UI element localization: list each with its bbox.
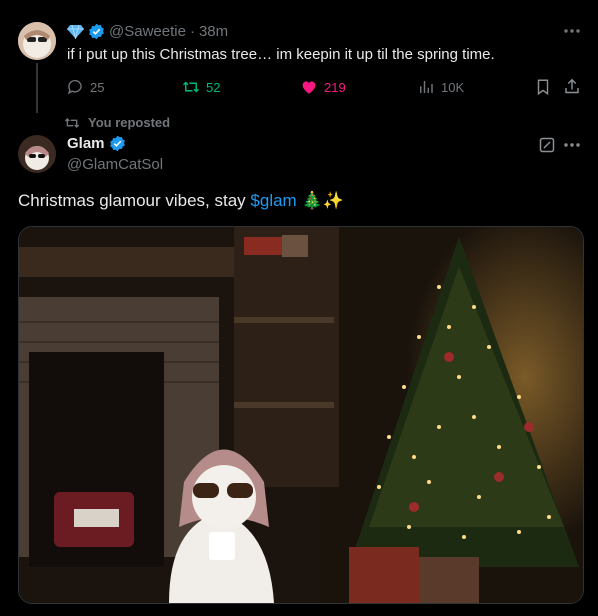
grok-icon[interactable] (539, 137, 555, 153)
dot-separator: · (189, 23, 195, 40)
tweet2-text: Christmas glamour vibes, stay $glam 🎄✨ (18, 191, 344, 211)
views-count: 10K (441, 79, 465, 95)
repost-indicator: You reposted (64, 115, 170, 130)
repost-small-icon (64, 116, 80, 130)
views-button[interactable]: 10K (417, 78, 464, 96)
tweet2-display-name[interactable]: Glam (67, 135, 105, 152)
reply-button[interactable]: 25 (66, 78, 104, 96)
like-count: 219 (324, 79, 346, 95)
tweet1-header: @Saweetie · 38m (67, 23, 228, 40)
heart-icon (300, 78, 318, 96)
reply-icon (66, 78, 84, 96)
tweet2-text-prefix: Christmas glamour vibes, stay (18, 191, 251, 210)
tweet2-photo[interactable] (18, 226, 584, 604)
emoji: 🎄✨ (301, 191, 344, 210)
christmas-cat-photo-icon (19, 227, 583, 603)
cashtag-link[interactable]: $glam (250, 191, 296, 210)
more-options-icon[interactable] (562, 136, 582, 154)
tweet1-handle[interactable]: @Saweetie (109, 23, 186, 40)
repost-count: 52 (206, 79, 221, 95)
tweet1-time[interactable]: 38m (199, 23, 228, 40)
repost-label: You reposted (88, 115, 171, 130)
like-button[interactable]: 219 (300, 78, 346, 96)
share-button[interactable] (563, 77, 581, 96)
more-options-icon[interactable] (562, 22, 582, 40)
share-icon (563, 77, 581, 96)
saweetie-avatar[interactable] (18, 22, 56, 60)
repost-icon (182, 78, 200, 96)
views-chart-icon (417, 78, 435, 96)
bookmark-button[interactable] (534, 78, 552, 96)
thread-line (36, 63, 38, 113)
verified-badge-icon (109, 135, 126, 152)
tweet2-handle[interactable]: @GlamCatSol (67, 156, 163, 173)
tweet1-text: if i put up this Christmas tree… im keep… (67, 46, 495, 63)
diamond-icon (67, 24, 84, 39)
verified-badge-icon (88, 23, 105, 40)
repost-button[interactable]: 52 (182, 78, 220, 96)
glam-avatar[interactable] (18, 135, 56, 173)
reply-count: 25 (90, 79, 105, 95)
tweet2-name-row: Glam (67, 135, 126, 152)
bookmark-icon (534, 78, 552, 96)
